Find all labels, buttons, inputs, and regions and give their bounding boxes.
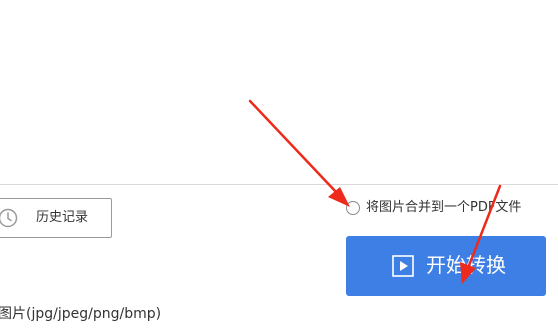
merge-radio[interactable] (346, 201, 360, 215)
history-button-label: 历史记录 (36, 210, 89, 225)
history-button[interactable]: 历史记录 (0, 198, 112, 238)
divider (0, 184, 558, 185)
play-icon (392, 255, 414, 277)
file-drop-area[interactable] (0, 0, 558, 184)
clock-icon (0, 208, 18, 228)
supported-formats-text: 图片(jpg/jpeg/png/bmp) (0, 306, 162, 322)
converter-panel: 历史记录 将图片合并到一个PDF文件 开始转换 图片(jpg/jpeg/png/… (0, 0, 558, 335)
start-convert-label: 开始转换 (426, 253, 506, 277)
start-convert-button[interactable]: 开始转换 (346, 236, 546, 296)
merge-option-label: 将图片合并到一个PDF文件 (366, 200, 522, 215)
